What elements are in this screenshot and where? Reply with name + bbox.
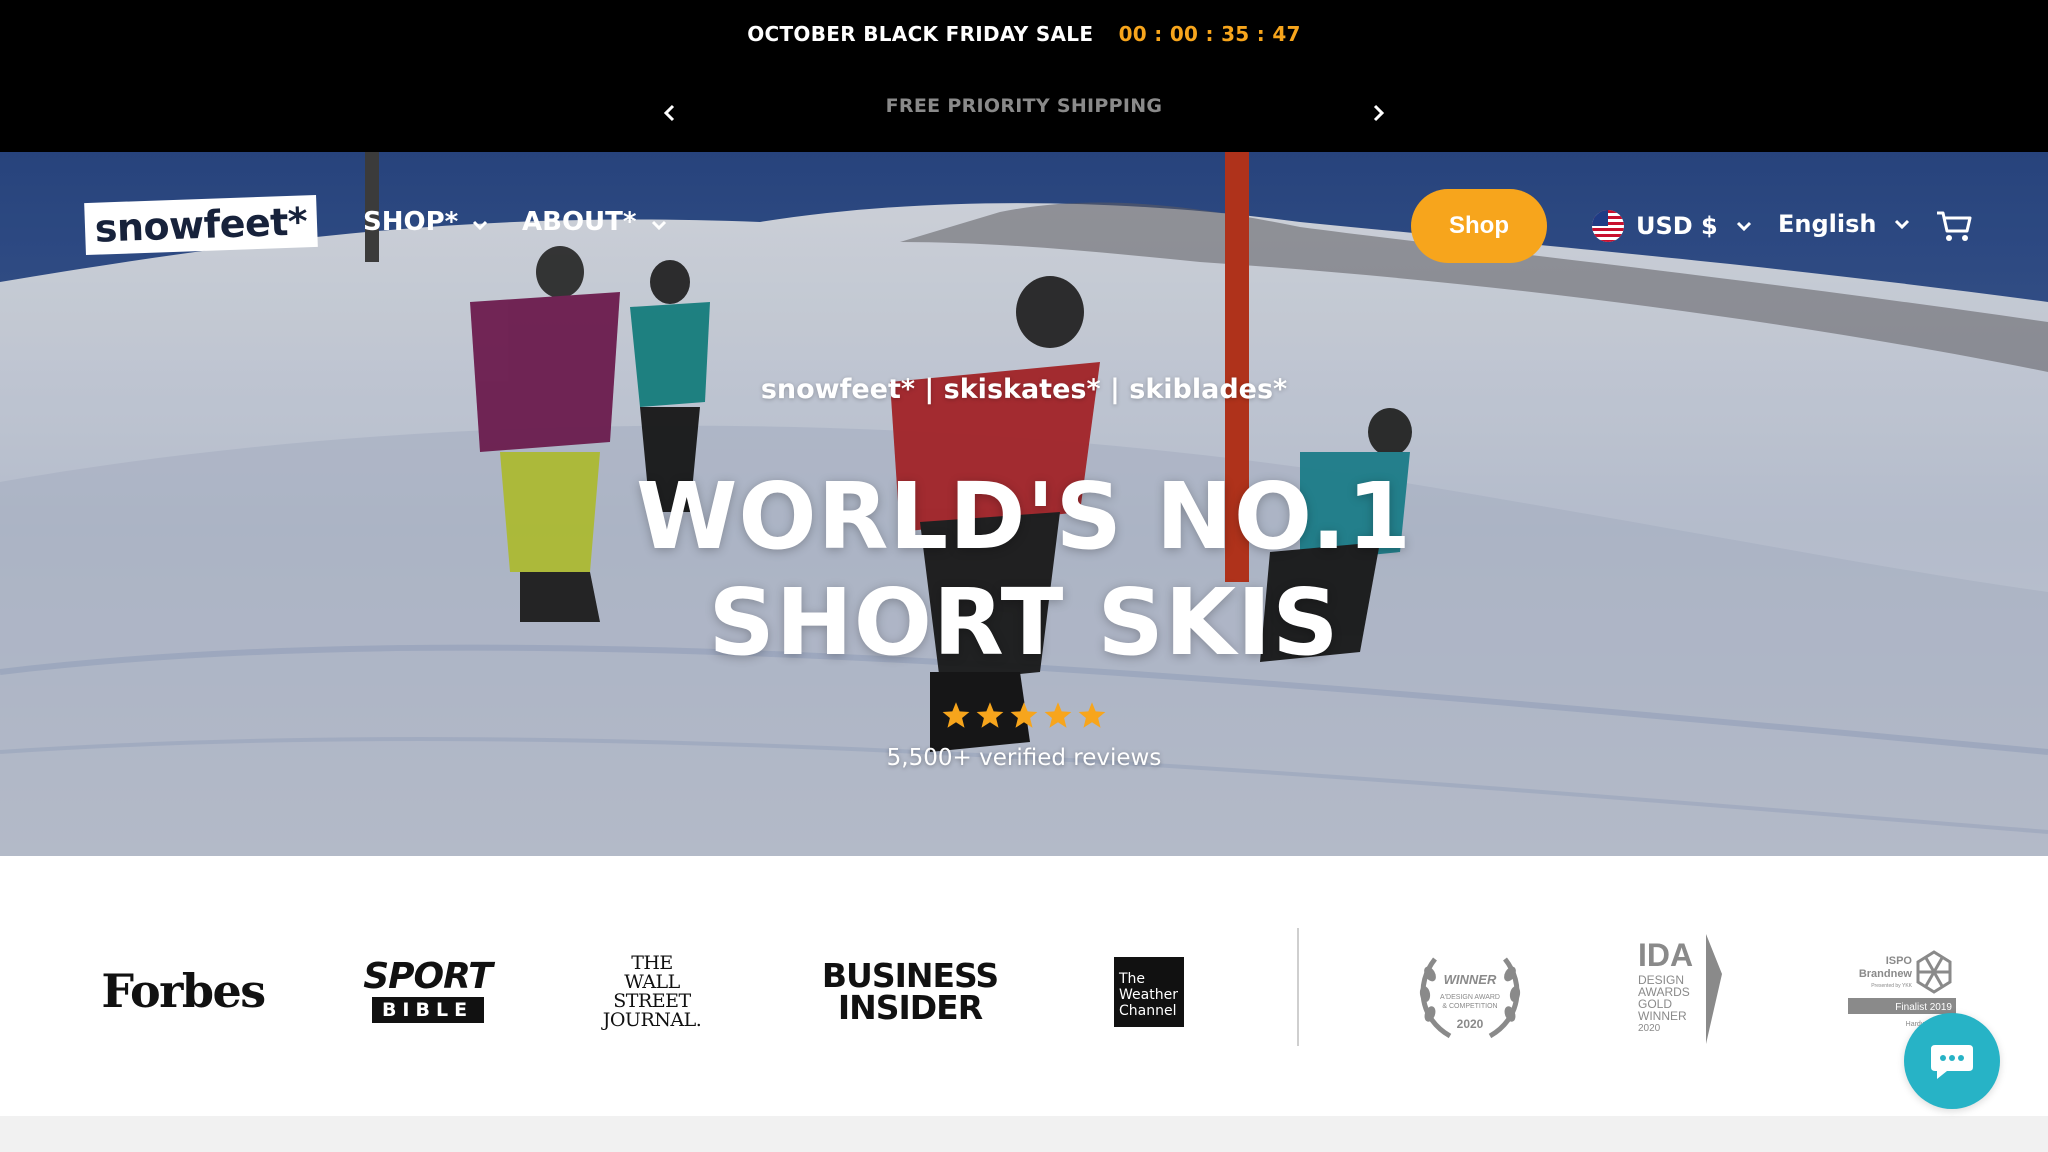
- reviews-count[interactable]: 5,500+ verified reviews: [0, 745, 2048, 771]
- wsj-logo: THE WALL STREET JOURNAL.: [595, 954, 709, 1030]
- language-selector[interactable]: English: [1778, 210, 1910, 238]
- hero-headline-line2: SHORT SKIS: [708, 569, 1340, 676]
- hero-headline-line1: WORLD'S NO.1: [635, 463, 1413, 570]
- bi-logo-line2: INSIDER: [837, 988, 983, 1027]
- language-label: English: [1778, 210, 1877, 238]
- award1-year: 2020: [1457, 1017, 1484, 1031]
- wsj-logo-line2: WALL STREET: [613, 971, 691, 1012]
- award2-year: 2020: [1638, 1023, 1661, 1034]
- star-icon: [1078, 702, 1106, 728]
- chevron-down-icon: [651, 220, 666, 230]
- cart-icon[interactable]: [1935, 209, 1973, 243]
- award1-title: WINNER: [1444, 972, 1497, 987]
- adesign-award-badge: WINNER A'DESIGN AWARD & COMPETITION 2020: [1419, 957, 1521, 1039]
- nav-shop-menu[interactable]: SHOP*: [363, 207, 488, 237]
- chevron-down-icon: [473, 220, 488, 230]
- weather-logo-line3: Channel: [1119, 1003, 1177, 1019]
- award1-sub2: & COMPETITION: [1442, 1003, 1497, 1010]
- ida-award-badge: IDA DESIGN AWARDS GOLD WINNER 2020: [1638, 934, 1722, 1044]
- chat-bubble-icon: [1931, 1045, 1973, 1079]
- shipping-message: FREE PRIORITY SHIPPING: [885, 95, 1163, 117]
- sportbible-logo-bottom: BIBLE: [371, 997, 484, 1023]
- award3-finalist: Finalist 2019: [1895, 1002, 1952, 1013]
- star-icon: [976, 702, 1004, 728]
- currency-selector[interactable]: USD $: [1592, 210, 1752, 242]
- weather-channel-logo: The Weather Channel: [1114, 957, 1184, 1027]
- us-flag-icon: [1592, 210, 1624, 242]
- nav-shop-label: SHOP*: [363, 207, 459, 237]
- star-icon: [1010, 702, 1038, 728]
- award1-sub1: A'DESIGN AWARD: [1440, 994, 1500, 1001]
- press-divider: [1297, 928, 1299, 1046]
- sale-text: OCTOBER BLACK FRIDAY SALE: [747, 22, 1094, 46]
- chevron-down-icon: [1736, 221, 1751, 231]
- award3-l3: Presented by YKK: [1871, 983, 1912, 989]
- award3-l1: ISPO: [1886, 955, 1913, 967]
- business-insider-logo: BUSINESS INSIDER: [818, 958, 1002, 1026]
- hero-section: snowfeet* SHOP* ABOUT* Shop USD $ Englis…: [0, 152, 2048, 856]
- chat-launcher-button[interactable]: [1904, 1013, 2000, 1109]
- next-section-band: [0, 1116, 2048, 1152]
- star-icon: [942, 702, 970, 728]
- countdown-timer: 00 : 00 : 35 : 47: [1118, 22, 1301, 46]
- currency-label: USD $: [1636, 212, 1718, 240]
- site-logo[interactable]: snowfeet*: [84, 194, 318, 256]
- announcement-bar: OCTOBER BLACK FRIDAY SALE 00 : 00 : 35 :…: [0, 0, 2048, 152]
- weather-logo-line2: Weather: [1119, 987, 1178, 1003]
- chevron-down-icon: [1895, 219, 1910, 229]
- star-icon: [1044, 702, 1072, 728]
- sportbible-logo: SPORT BIBLE: [363, 958, 493, 1024]
- hero-tagline: snowfeet* | skiskates* | skiblades*: [760, 374, 1288, 405]
- nav-about-menu[interactable]: ABOUT*: [522, 207, 667, 237]
- nav-about-label: ABOUT*: [522, 207, 637, 237]
- award2-l4: WINNER: [1638, 1009, 1687, 1023]
- rating-stars: [0, 701, 2048, 729]
- wsj-logo-line3: JOURNAL.: [602, 1009, 702, 1031]
- sportbible-logo-top: SPORT: [363, 956, 493, 997]
- award2-logo: IDA: [1638, 937, 1693, 973]
- press-logos-strip: Forbes SPORT BIBLE THE WALL STREET JOURN…: [0, 856, 2048, 1116]
- award3-l2: Brandnew: [1859, 968, 1913, 980]
- forbes-logo: Forbes: [101, 964, 266, 1018]
- chevron-right-icon: [1373, 104, 1385, 122]
- sale-banner: OCTOBER BLACK FRIDAY SALE 00 : 00 : 35 :…: [0, 22, 2048, 46]
- hero-headline: WORLD'S NO.1 SHORT SKIS: [0, 464, 2048, 676]
- shop-button[interactable]: Shop: [1411, 189, 1547, 263]
- weather-logo-line1: The: [1119, 971, 1146, 987]
- announcement-next-button[interactable]: [1363, 98, 1393, 128]
